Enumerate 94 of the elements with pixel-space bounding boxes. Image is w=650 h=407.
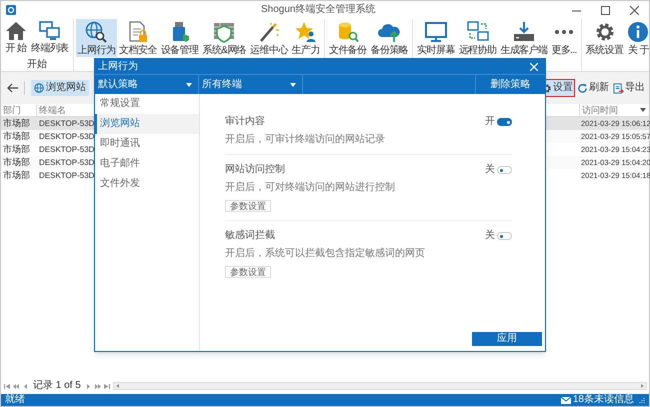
menu-item[interactable]: 即时通讯 [95,134,199,154]
section-title: 敏感词拦截 [225,230,275,242]
previous-set-icon[interactable] [13,384,19,388]
table-cell-text: 市场部 [2,143,31,156]
apply-button[interactable]: 应用 [472,332,542,346]
table-cell-text: DESKTOP-53D [38,157,94,169]
menu-item[interactable]: 电子邮件 [95,154,199,174]
toolbar-button[interactable]: 导出 [611,79,647,97]
column-header[interactable]: 部门 [1,104,37,116]
close-icon[interactable] [630,6,639,14]
resize-grip-icon[interactable] [638,396,645,404]
menu-item[interactable]: 文件外发 [95,174,199,194]
policy-dropdown[interactable]: 默认策略 [95,75,199,94]
menu-item[interactable]: 浏览网站 [95,114,199,134]
more-icon [553,29,576,35]
ribbon-button[interactable]: 关 于 [625,19,650,57]
ribbon-button[interactable]: 更多... [549,19,579,57]
table-cell-text: 市场部 [2,117,31,130]
globe-search-icon [85,21,108,43]
switch-label: 关 [485,230,495,242]
tab-button[interactable]: 浏览网站 [31,80,89,96]
group-label: 开始 [26,59,47,71]
delete-policy-button[interactable]: 删除策略 [475,75,545,94]
table-cell-text: DESKTOP-53D [38,170,94,182]
section-description: 开启后，系统可以拦截包含指定敏感词的网页 [225,248,426,260]
previous-icon[interactable] [22,384,28,388]
caret-icon [186,82,192,86]
switch-label: 开 [485,116,495,128]
ribbon-button[interactable]: 设备管理 [158,19,200,57]
section-description: 开启后，可审计终端访问的网站记录 [225,134,386,146]
ribbon-button[interactable]: 生成客户端 [498,19,550,57]
table-cell-text: DESKTOP-53D [38,131,94,143]
ribbon-button[interactable]: 生产力 [290,19,322,57]
sort-caret-icon[interactable] [640,108,646,112]
next-set-icon[interactable] [94,384,101,388]
toggle-switch[interactable] [497,232,512,240]
column-header[interactable]: 终端名 [37,104,87,116]
menu-item[interactable]: 常规设置 [95,94,199,114]
next-icon[interactable] [86,384,92,388]
home-icon [5,21,27,41]
last-page-icon[interactable] [104,384,110,388]
app-logo-icon [6,5,16,15]
refresh-icon [577,82,588,94]
ribbon-button[interactable]: 开 始 [3,19,29,57]
ribbon-button[interactable]: 文件备份 [326,19,369,57]
settings-icon [594,21,616,43]
document-lock-icon [128,21,148,43]
toggle-switch[interactable] [497,118,512,126]
dialog-title: 上网行为 [98,60,138,72]
parameter-settings-button[interactable]: 参数设置 [225,200,271,212]
cloud-upload-icon [377,21,402,43]
monitor-icon [424,21,447,43]
ribbon-button[interactable]: 远程协助 [456,19,498,57]
shield-wall-icon [213,21,236,43]
pager-label: 记录 1 of 5 [33,380,81,392]
ribbon-button[interactable]: 系统&网络 [200,19,248,57]
unread-messages[interactable]: 18条未读信息 [572,394,634,406]
column-header[interactable]: 访问时间 [582,104,618,116]
info-icon [627,21,650,43]
export-icon [613,82,624,94]
caret-icon [290,82,296,86]
remote-screens-icon [466,21,489,43]
ribbon-button[interactable]: 系统设置 [584,19,626,57]
table-cell-text: 市场部 [2,169,31,182]
ribbon-button[interactable]: 终端列表 [29,19,71,57]
ribbon-button[interactable]: 运维中心 [248,19,290,57]
maximize-icon[interactable] [601,6,610,14]
download-tray-icon [512,21,535,43]
table-cell-text: 市场部 [2,156,31,169]
window-title: Shogun终端安全管理系统 [261,4,376,16]
switch-label: 关 [485,164,495,176]
database-search-icon [336,21,359,43]
table-cell-text: 市场部 [2,130,31,143]
section-title: 网站访问控制 [225,164,285,176]
terminal-dropdown[interactable]: 所有终端 [199,75,303,94]
ribbon-button[interactable]: 文档安全 [117,19,159,57]
ribbon-button[interactable]: 实时屏幕 [415,19,457,57]
star-person-icon [294,21,317,43]
status-text: 就绪 [5,394,25,406]
parameter-settings-button[interactable]: 参数设置 [225,266,271,278]
mail-icon[interactable] [560,396,571,404]
section-title: 审计内容 [225,116,265,128]
section-description: 开启后，可对终端访问的网站进行控制 [225,182,396,194]
toolbar-button[interactable]: 刷新 [575,79,611,97]
monitors-icon [38,21,61,41]
toggle-switch[interactable] [497,166,512,174]
first-page-icon[interactable] [4,384,10,388]
table-cell-text: DESKTOP-53D [38,118,94,130]
globe-icon [34,83,44,93]
back-arrow-icon[interactable] [7,83,18,93]
table-cell-text: DESKTOP-53D [38,144,94,156]
ribbon-button[interactable]: 上网行为 [76,19,118,57]
magic-wand-icon [258,21,280,43]
ribbon-button[interactable]: 备份策略 [368,19,410,57]
